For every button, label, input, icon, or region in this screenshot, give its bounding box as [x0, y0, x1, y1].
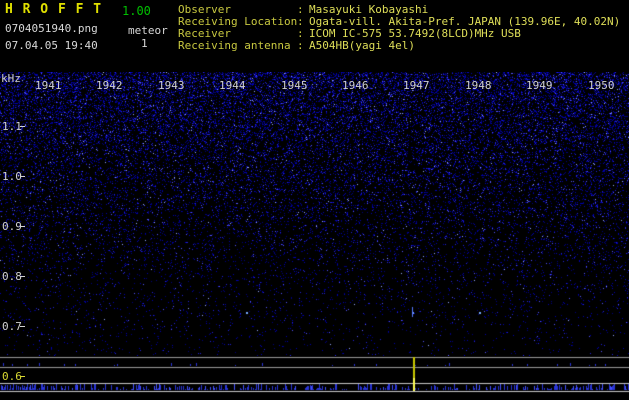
datetime-label: 07.04.05 19:40 [5, 40, 98, 52]
time-tick-label: 1941 [35, 80, 62, 92]
frequency-tick-mark [20, 276, 25, 277]
station-info-row: Receiving antenna:A504HB(yagi 4el) [178, 40, 620, 52]
time-tick-label: 1943 [158, 80, 185, 92]
hrofft-screen: H R O F F T 1.00 0704051940.png meteor 0… [0, 0, 629, 400]
mode-label: meteor [128, 25, 168, 37]
station-info-value: A504HB(yagi 4el) [309, 40, 415, 52]
frequency-axis-unit: kHz [1, 73, 21, 85]
station-info-colon: : [297, 40, 309, 52]
time-tick-label: 1944 [219, 80, 246, 92]
frequency-tick-mark [20, 126, 25, 127]
time-tick-label: 1946 [342, 80, 369, 92]
time-tick-label: 1942 [96, 80, 123, 92]
frequency-tick-label: 0.8 [2, 271, 22, 283]
time-tick-label: 1947 [403, 80, 430, 92]
frequency-tick-mark [20, 226, 25, 227]
spectrogram-canvas [0, 72, 629, 356]
frequency-tick-label: 1.1 [2, 121, 22, 133]
time-tick-label: 1948 [465, 80, 492, 92]
frequency-tick-label: 0.9 [2, 221, 22, 233]
frequency-tick-mark [20, 176, 25, 177]
mode-count: 1 [141, 38, 148, 50]
frequency-tick-label: 1.0 [2, 171, 22, 183]
time-tick-label: 1949 [526, 80, 553, 92]
frequency-tick-mark [20, 326, 25, 327]
frequency-tick-mark [20, 376, 25, 377]
frequency-tick-label: 0.6 [2, 371, 22, 383]
app-version: 1.00 [122, 5, 151, 17]
app-title: H R O F F T [5, 4, 102, 16]
time-axis: 1941 1942 1943 1944 1945 1946 1947 1948 1949 1950 [0, 80, 629, 92]
frequency-tick-label: 0.7 [2, 321, 22, 333]
station-info-label: Receiving antenna [178, 40, 297, 52]
signal-strip-canvas [0, 356, 629, 400]
output-filename: 0704051940.png [5, 23, 98, 35]
time-tick-label: 1945 [281, 80, 308, 92]
station-info: Observer:Masayuki KobayashiReceiving Loc… [178, 4, 620, 52]
time-tick-label: 1950 [588, 80, 615, 92]
